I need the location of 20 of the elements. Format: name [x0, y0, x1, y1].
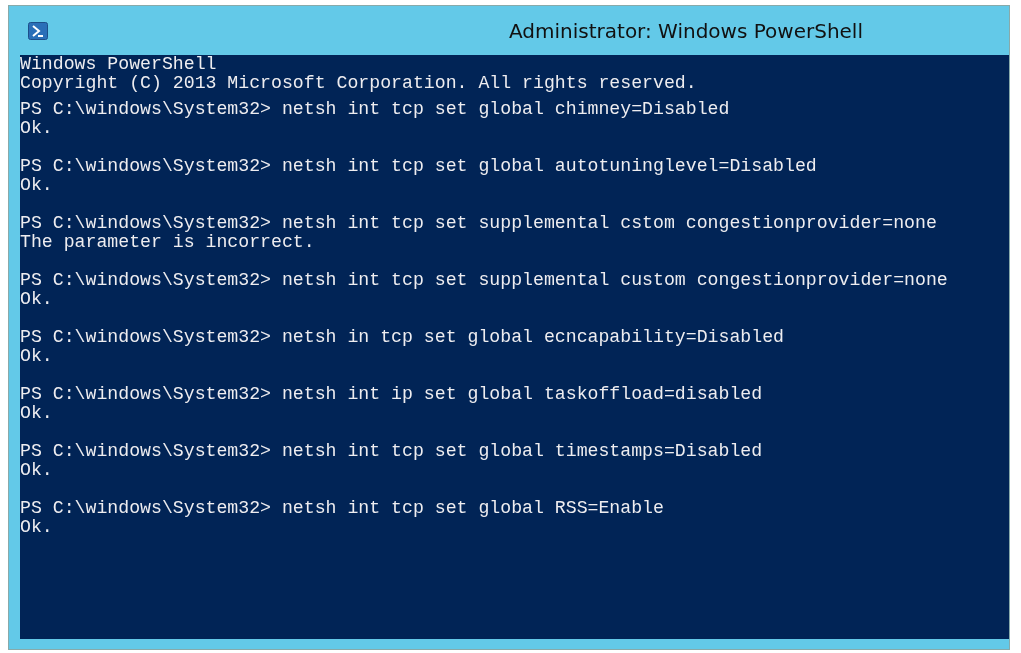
console-header-line: Copyright (C) 2013 Microsoft Corporation. All rights reserved. — [20, 74, 698, 93]
command-line: PS C:\windows\System32> netsh int tcp set global autotuninglevel=Disabled — [20, 157, 818, 176]
command-output: The parameter is incorrect. — [20, 233, 316, 252]
command-output: Ok. — [20, 461, 54, 480]
command-line: PS C:\windows\System32> netsh int ip set global taskoffload=disabled — [20, 385, 764, 404]
command-line: PS C:\windows\System32> netsh int tcp set supplemental custom congestionprovider=none — [20, 271, 949, 290]
command-line: PS C:\windows\System32> netsh int tcp set global RSS=Enable — [20, 499, 665, 518]
command-output: Ok. — [20, 518, 54, 537]
console-header-line: Windows PowerShell — [20, 55, 218, 74]
powershell-icon — [28, 21, 48, 40]
command-output: Ok. — [20, 347, 54, 366]
command-line: PS C:\windows\System32> netsh int tcp set global timestamps=Disabled — [20, 442, 764, 461]
window-title: Administrator: Windows PowerShell — [509, 19, 863, 43]
command-line: PS C:\windows\System32> netsh in tcp set global ecncapability=Disabled — [20, 328, 785, 347]
command-line: PS C:\windows\System32> netsh int tcp set global chimney=Disabled — [20, 100, 731, 119]
command-line: PS C:\windows\System32> netsh int tcp set supplemental cstom congestionprovider=none — [20, 214, 938, 233]
command-output: Ok. — [20, 176, 54, 195]
command-output: Ok. — [20, 404, 54, 423]
command-output: Ok. — [20, 119, 54, 138]
command-output: Ok. — [20, 290, 54, 309]
